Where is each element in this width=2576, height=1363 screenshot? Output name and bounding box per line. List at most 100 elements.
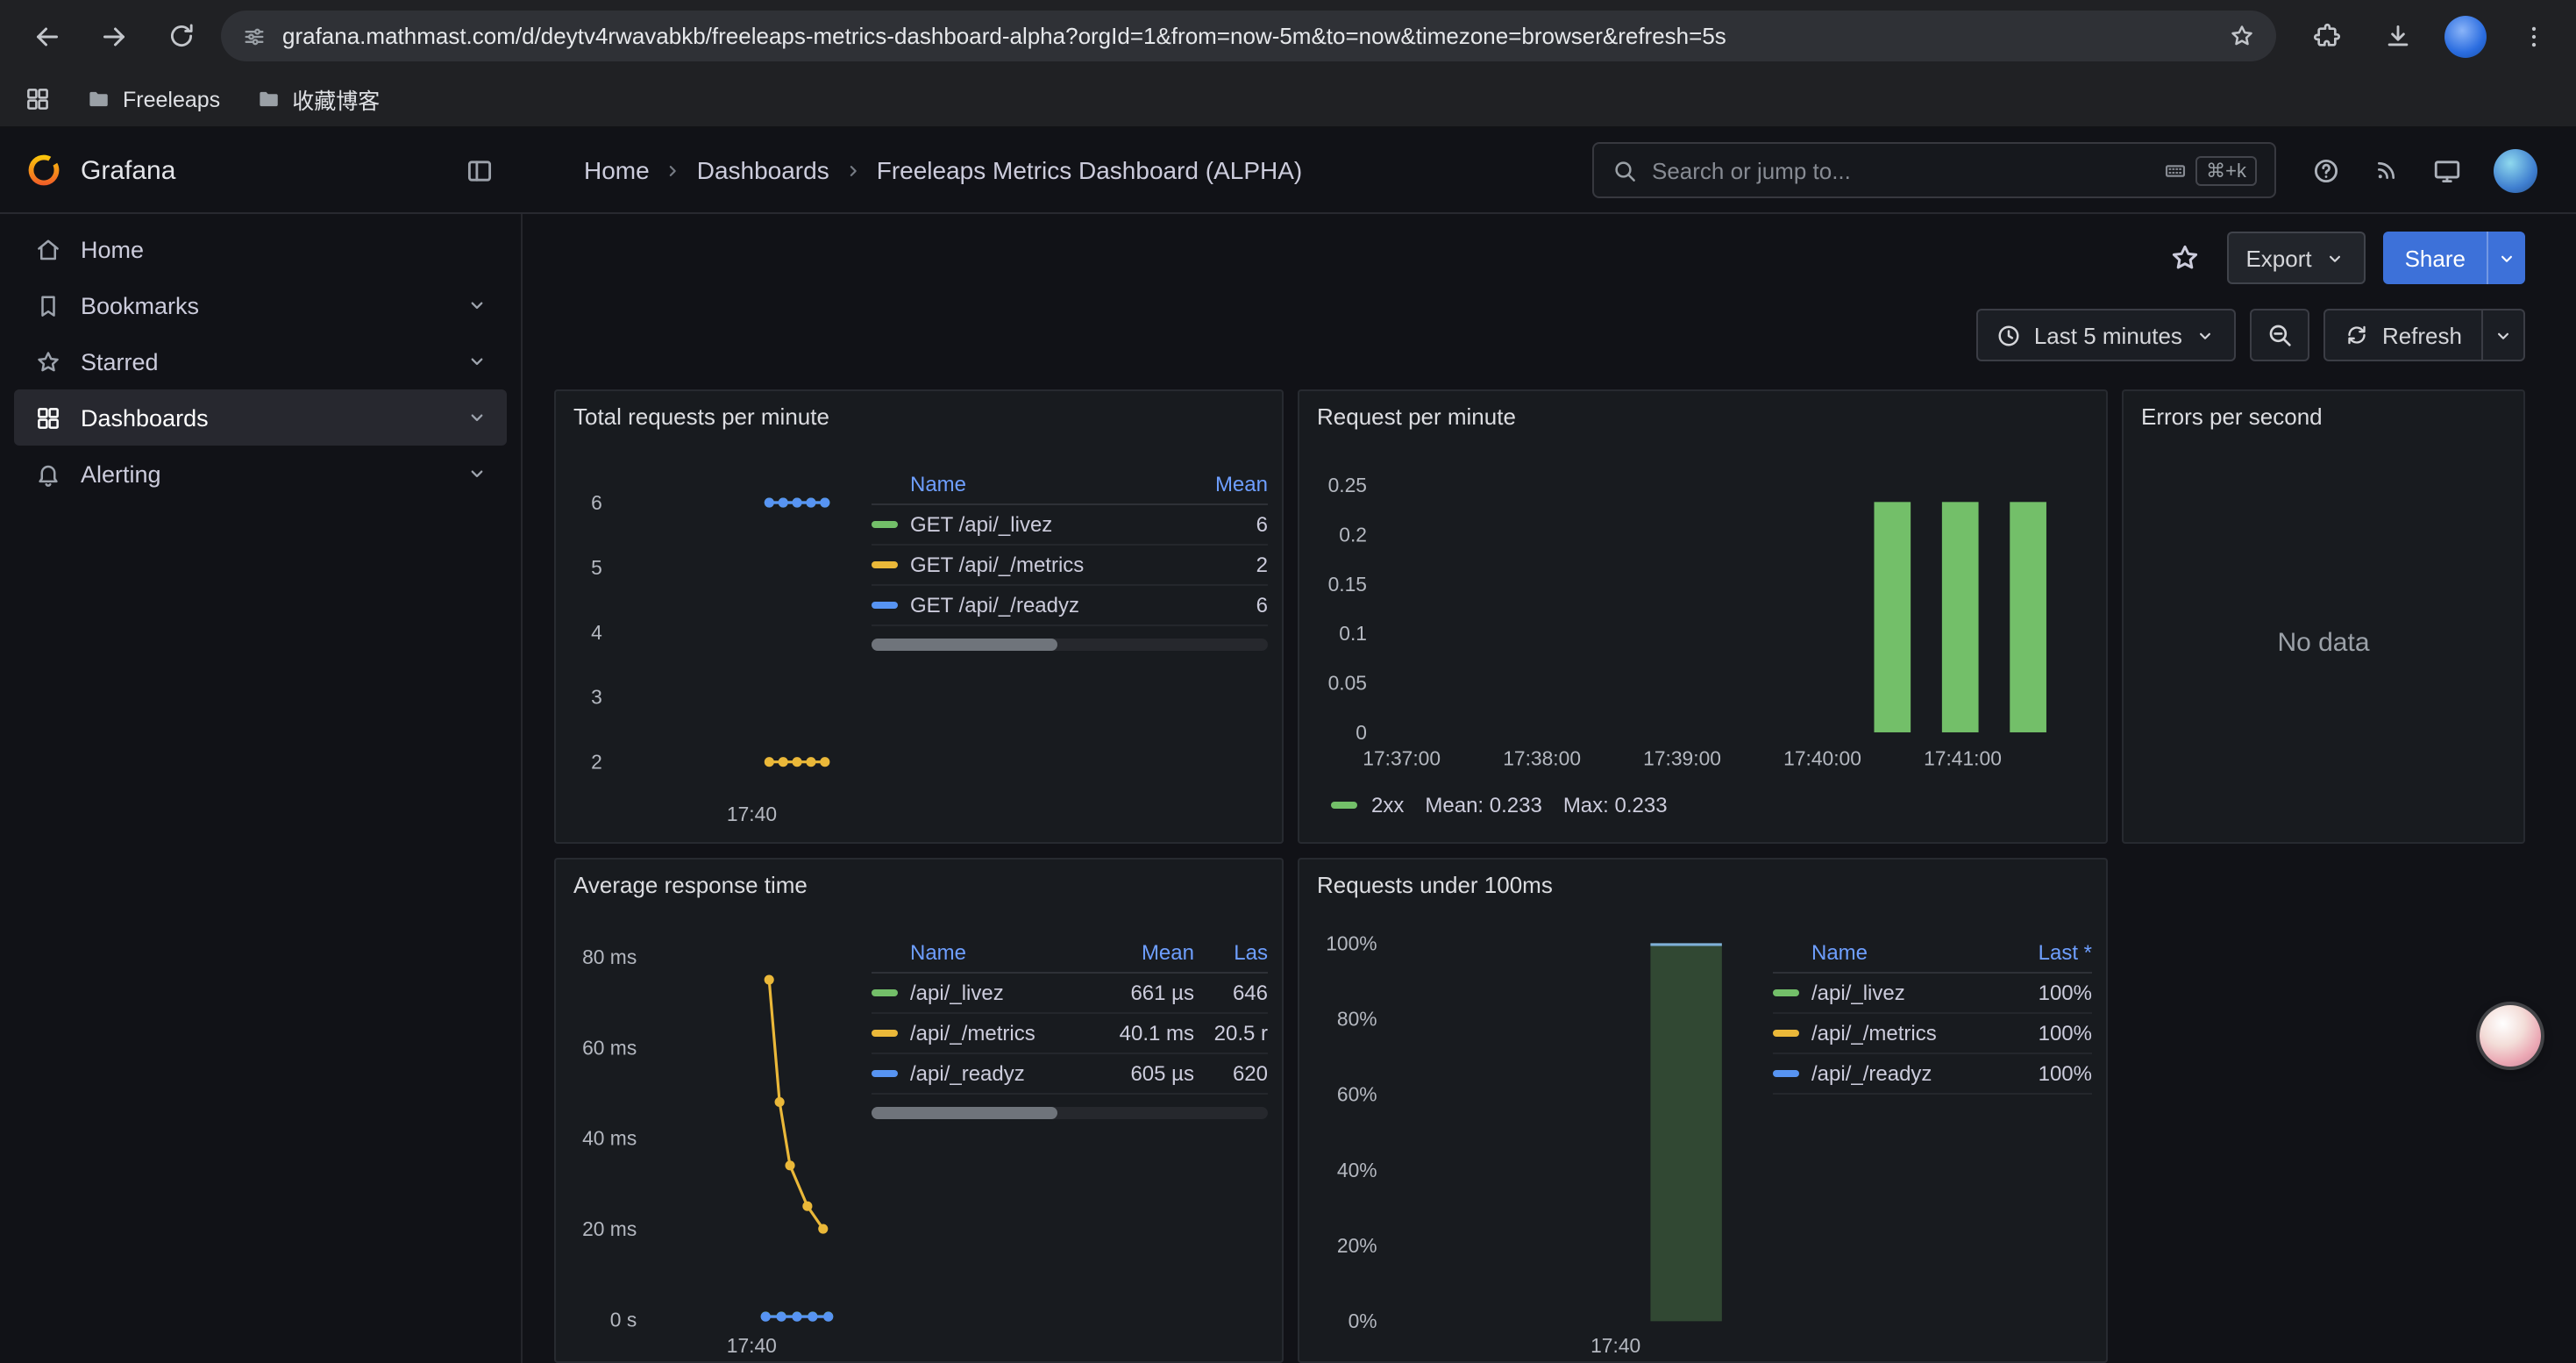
sidebar-item-alerting[interactable]: Alerting	[14, 446, 507, 502]
url-text[interactable]: grafana.mathmast.com/d/deytv4rwavabkb/fr…	[282, 23, 2229, 49]
legend-column-name[interactable]: Name	[1811, 940, 1997, 965]
legend-row[interactable]: /api/_livez661 µs646	[872, 974, 1268, 1014]
time-range-picker[interactable]: Last 5 minutes	[1976, 309, 2237, 361]
series-mean: Mean: 0.233	[1425, 793, 1541, 817]
refresh-interval-button[interactable]	[2483, 309, 2525, 361]
series-name[interactable]: /api/_readyz	[910, 1061, 1085, 1086]
bookmark-item[interactable]: Freeleaps	[86, 86, 220, 112]
svg-text:3: 3	[591, 686, 602, 709]
chevron-down-icon[interactable]	[465, 405, 489, 430]
scrollbar-thumb[interactable]	[872, 639, 1057, 651]
zoom-out-button[interactable]	[2251, 309, 2310, 361]
series-color-indicator	[1331, 803, 1357, 809]
browser-profile-avatar[interactable]	[2444, 15, 2487, 57]
user-avatar[interactable]	[2494, 148, 2537, 192]
legend-column-mean[interactable]: Mean	[1191, 472, 1268, 496]
favorite-star-icon[interactable]	[2160, 233, 2209, 282]
floating-avatar[interactable]	[2480, 1005, 2541, 1067]
star-icon	[28, 348, 67, 375]
sidebar-item-label: Alerting	[81, 460, 161, 487]
sidebar-item-bookmarks[interactable]: Bookmarks	[14, 277, 507, 333]
legend-row[interactable]: /api/_/metrics100%	[1773, 1014, 2092, 1054]
chevron-down-icon[interactable]	[465, 293, 489, 318]
series-name[interactable]: /api/_/readyz	[1811, 1061, 1997, 1086]
panel-title[interactable]: Errors per second	[2141, 403, 2323, 430]
breadcrumb-item[interactable]: Home	[584, 156, 650, 184]
scrollbar-thumb[interactable]	[872, 1107, 1057, 1119]
series-value: 20.5 r	[1194, 1021, 1268, 1045]
series-name[interactable]: /api/_livez	[910, 981, 1085, 1005]
export-button[interactable]: Export	[2226, 232, 2366, 284]
sidebar-item-dashboards[interactable]: Dashboards	[14, 389, 507, 446]
series-color-indicator	[1773, 1031, 1799, 1037]
browser-toolbar: grafana.mathmast.com/d/deytv4rwavabkb/fr…	[0, 0, 2576, 72]
legend-row[interactable]: GET /api/_/readyz6	[872, 586, 1268, 626]
folder-icon	[86, 86, 112, 112]
sidebar-item-starred[interactable]: Starred	[14, 333, 507, 389]
grafana-logo[interactable]	[25, 151, 63, 189]
series-value: 100%	[1997, 1021, 2092, 1045]
series-name[interactable]: GET /api/_/metrics	[910, 553, 1191, 577]
bookmark-star-icon[interactable]	[2229, 23, 2255, 49]
share-menu-button[interactable]	[2487, 232, 2525, 284]
legend-row[interactable]: GET /api/_/metrics2	[872, 546, 1268, 586]
no-data-message: No data	[2124, 628, 2523, 658]
svg-text:0: 0	[1356, 721, 1367, 744]
series-name[interactable]: /api/_/metrics	[1811, 1021, 1997, 1045]
chevron-down-icon[interactable]	[465, 349, 489, 374]
series-name[interactable]: /api/_/metrics	[910, 1021, 1085, 1045]
series-name[interactable]: 2xx	[1371, 793, 1404, 817]
legend-column-last[interactable]: Last *	[1997, 940, 2092, 965]
series-name[interactable]: GET /api/_livez	[910, 512, 1191, 537]
legend-row[interactable]: /api/_readyz605 µs620	[872, 1054, 1268, 1095]
clock-icon	[1996, 322, 2022, 348]
svg-text:17:40: 17:40	[727, 1334, 777, 1357]
dock-menu-icon[interactable]	[465, 155, 495, 185]
help-icon[interactable]	[2311, 155, 2341, 185]
legend-row[interactable]: GET /api/_livez6	[872, 505, 1268, 546]
apps-shortcut-icon[interactable]	[25, 86, 51, 112]
sidebar-item-label: Dashboards	[81, 404, 209, 431]
series-name[interactable]: GET /api/_/readyz	[910, 593, 1191, 617]
svg-text:17:40: 17:40	[727, 803, 777, 825]
site-settings-icon[interactable]	[242, 24, 267, 48]
legend-column-las[interactable]: Las	[1194, 940, 1268, 965]
legend-row[interactable]: /api/_/metrics40.1 ms20.5 r	[872, 1014, 1268, 1054]
bookmark-item[interactable]: 收藏博客	[255, 82, 380, 116]
forward-icon[interactable]	[88, 10, 140, 62]
back-icon[interactable]	[21, 10, 74, 62]
extensions-icon[interactable]	[2301, 10, 2353, 62]
svg-text:17:41:00: 17:41:00	[1924, 747, 2002, 770]
series-value: 661 µs	[1085, 981, 1194, 1005]
legend-table: NameMeanLas/api/_livez661 µs646/api/_/me…	[872, 933, 1268, 1119]
refresh-button[interactable]: Refresh	[2324, 309, 2483, 361]
series-value: 100%	[1997, 1061, 2092, 1086]
panel-total-requests-per-minute: Total requests per minute 6543217:40 Nam…	[554, 389, 1284, 844]
keyboard-icon	[2164, 159, 2187, 182]
sidebar-item-home[interactable]: Home	[14, 221, 507, 277]
breadcrumb-current[interactable]: Freeleaps Metrics Dashboard (ALPHA)	[877, 156, 1303, 184]
reload-icon[interactable]	[154, 10, 207, 62]
legend-row[interactable]: /api/_/readyz100%	[1773, 1054, 2092, 1095]
news-rss-icon[interactable]	[2373, 156, 2401, 184]
chevron-down-icon[interactable]	[465, 461, 489, 486]
series-value: 2	[1191, 553, 1268, 577]
series-name[interactable]: /api/_livez	[1811, 981, 1997, 1005]
legend-column-mean[interactable]: Mean	[1085, 940, 1194, 965]
search-icon	[1612, 157, 1638, 183]
bookmark-label: 收藏博客	[292, 82, 380, 116]
legend-column-name[interactable]: Name	[910, 472, 1191, 496]
downloads-icon[interactable]	[2371, 10, 2423, 62]
legend-scrollbar[interactable]	[872, 1107, 1268, 1119]
breadcrumb-item[interactable]: Dashboards	[697, 156, 829, 184]
browser-menu-icon[interactable]	[2508, 10, 2560, 62]
search-box[interactable]: ⌘+k	[1592, 142, 2276, 198]
legend-row[interactable]: /api/_livez100%	[1773, 974, 2092, 1014]
brand-area: Grafana	[0, 151, 523, 189]
url-bar[interactable]: grafana.mathmast.com/d/deytv4rwavabkb/fr…	[221, 11, 2276, 61]
search-input[interactable]	[1652, 157, 2164, 183]
share-button[interactable]: Share	[2384, 232, 2487, 284]
legend-scrollbar[interactable]	[872, 639, 1268, 651]
kiosk-monitor-icon[interactable]	[2432, 155, 2462, 185]
legend-column-name[interactable]: Name	[910, 940, 1085, 965]
